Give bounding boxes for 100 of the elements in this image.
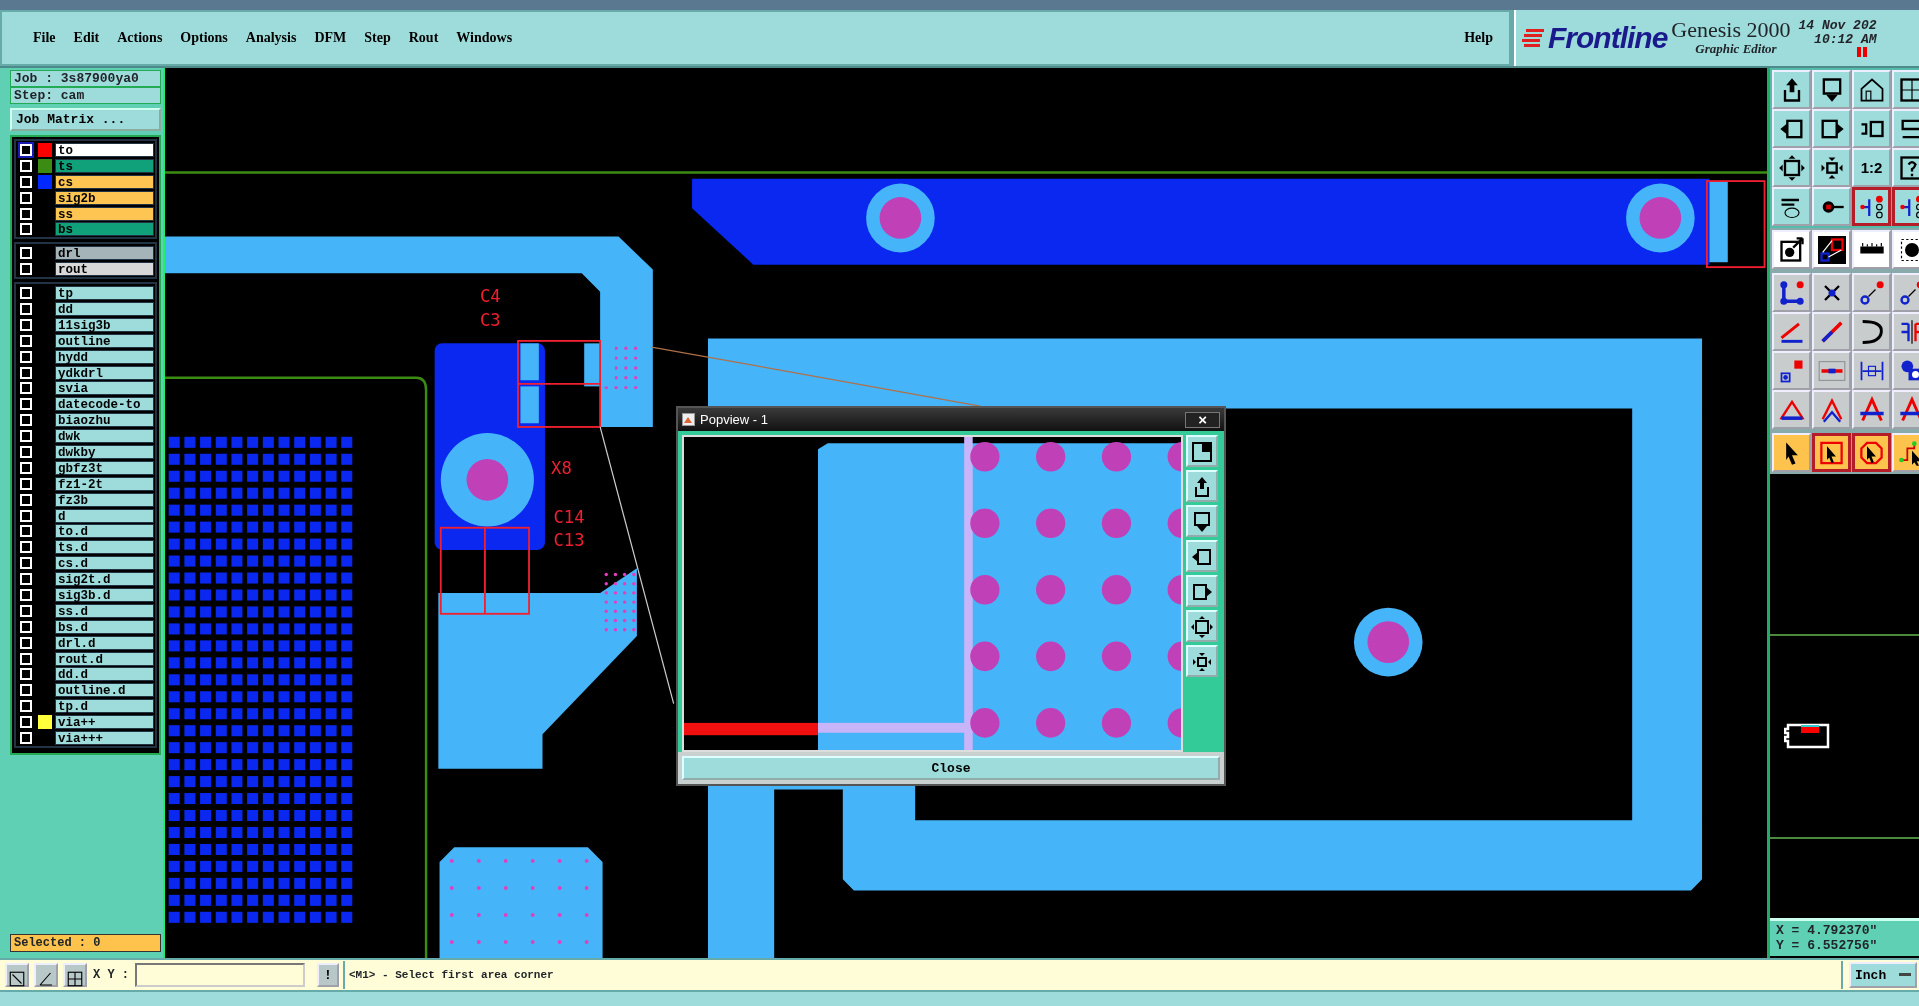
- layer-checkbox[interactable]: [20, 652, 32, 665]
- apply-button[interactable]: !: [317, 963, 339, 987]
- layer-checkbox[interactable]: [20, 207, 32, 220]
- layer-name[interactable]: ydkdrl: [55, 365, 154, 380]
- layer-checkbox[interactable]: [20, 716, 32, 729]
- job-matrix-button[interactable]: Job Matrix ...: [10, 108, 161, 131]
- layer-name[interactable]: via++: [55, 715, 154, 730]
- layer-name[interactable]: bs: [55, 222, 154, 237]
- layer-checkbox[interactable]: [20, 604, 32, 617]
- layer-name[interactable]: dd: [55, 301, 154, 316]
- layer-name[interactable]: outline.d: [55, 683, 154, 698]
- layer-name[interactable]: datecode-to: [55, 397, 154, 412]
- menu-item[interactable]: Windows: [447, 28, 522, 48]
- layer-checkbox[interactable]: [20, 493, 32, 506]
- menu-item[interactable]: File: [24, 28, 65, 48]
- layer-name[interactable]: cs: [55, 174, 154, 189]
- layer-name[interactable]: fz1-2t: [55, 476, 154, 491]
- popview-tool-button[interactable]: [1186, 645, 1218, 677]
- menu-item[interactable]: Actions: [108, 28, 172, 48]
- toolbar-button[interactable]: 1:2: [1852, 148, 1891, 187]
- layer-checkbox[interactable]: [20, 430, 32, 443]
- popview-tool-button[interactable]: [1186, 470, 1218, 502]
- layer-checkbox[interactable]: [20, 636, 32, 649]
- toolbar-button[interactable]: [1852, 433, 1891, 472]
- layer-name[interactable]: ts: [55, 158, 154, 173]
- layer-name[interactable]: rout: [55, 262, 154, 277]
- layer-checkbox[interactable]: [20, 445, 32, 458]
- layer-name[interactable]: cs.d: [55, 556, 154, 571]
- menu-item[interactable]: Analysis: [236, 28, 306, 48]
- popview-tool-button[interactable]: [1186, 540, 1218, 572]
- layer-name[interactable]: sig2t.d: [55, 572, 154, 587]
- popview-tool-button[interactable]: [1186, 505, 1218, 537]
- tool-button[interactable]: [5, 963, 29, 987]
- layer-checkbox[interactable]: [20, 557, 32, 570]
- toolbar-button[interactable]: [1812, 433, 1851, 472]
- layer-checkbox[interactable]: [20, 461, 32, 474]
- layer-checkbox[interactable]: [20, 620, 32, 633]
- layer-checkbox[interactable]: [20, 398, 32, 411]
- layer-name[interactable]: outline: [55, 333, 154, 348]
- layer-checkbox[interactable]: [20, 159, 32, 172]
- toolbar-button[interactable]: [1852, 187, 1891, 226]
- tool-button[interactable]: [34, 963, 58, 987]
- layer-name[interactable]: rout.d: [55, 651, 154, 666]
- layer-name[interactable]: ss.d: [55, 603, 154, 618]
- xy-input-field[interactable]: [135, 963, 305, 987]
- layer-checkbox[interactable]: [20, 191, 32, 204]
- layer-checkbox[interactable]: [20, 334, 32, 347]
- layer-name[interactable]: dd.d: [55, 667, 154, 682]
- layer-name[interactable]: tp: [55, 286, 154, 301]
- layer-name[interactable]: dwk: [55, 429, 154, 444]
- layer-checkbox[interactable]: [20, 509, 32, 522]
- layer-name[interactable]: bs.d: [55, 619, 154, 634]
- layer-checkbox[interactable]: [20, 143, 32, 156]
- menu-item[interactable]: DFM: [305, 28, 356, 48]
- layer-checkbox[interactable]: [20, 350, 32, 363]
- layer-checkbox[interactable]: [20, 175, 32, 188]
- menu-item[interactable]: Options: [171, 28, 237, 48]
- layer-checkbox[interactable]: [20, 247, 32, 260]
- layer-name[interactable]: hydd: [55, 349, 154, 364]
- menu-item[interactable]: Step: [355, 28, 400, 48]
- layer-checkbox[interactable]: [20, 477, 32, 490]
- tool-button[interactable]: [63, 963, 87, 987]
- layer-name[interactable]: biaozhu: [55, 413, 154, 428]
- close-button[interactable]: ×: [1185, 411, 1220, 428]
- layer-checkbox[interactable]: [20, 302, 32, 315]
- layer-checkbox[interactable]: [20, 573, 32, 586]
- close-button[interactable]: Close: [682, 756, 1220, 780]
- layer-name[interactable]: via+++: [55, 731, 154, 745]
- layer-name[interactable]: ts.d: [55, 540, 154, 555]
- layer-name[interactable]: 11sig3b: [55, 317, 154, 332]
- layer-name[interactable]: d: [55, 508, 154, 523]
- layer-name[interactable]: tp.d: [55, 699, 154, 714]
- layer-checkbox[interactable]: [20, 414, 32, 427]
- layer-name[interactable]: svia: [55, 381, 154, 396]
- menu-item[interactable]: Rout: [399, 28, 448, 48]
- menu-item[interactable]: Edit: [64, 28, 109, 48]
- layer-checkbox[interactable]: [20, 263, 32, 276]
- layer-name[interactable]: sig2b: [55, 190, 154, 205]
- layer-checkbox[interactable]: [20, 684, 32, 697]
- layer-name[interactable]: ss: [55, 206, 154, 221]
- popview-tool-button[interactable]: [1186, 610, 1218, 642]
- layer-name[interactable]: drl: [55, 246, 154, 261]
- layer-checkbox[interactable]: [20, 287, 32, 300]
- help-menu[interactable]: Help: [1448, 12, 1512, 64]
- graphic-canvas[interactable]: C4 C3 X8 C14 C13 Popview - 1 × Close: [165, 68, 1767, 958]
- layer-checkbox[interactable]: [20, 668, 32, 681]
- layer-name[interactable]: sig3b.d: [55, 588, 154, 602]
- layer-checkbox[interactable]: [20, 525, 32, 538]
- layer-checkbox[interactable]: [20, 223, 32, 236]
- layer-name[interactable]: to.d: [55, 524, 154, 539]
- layer-name[interactable]: dwkby: [55, 444, 154, 459]
- layer-checkbox[interactable]: [20, 382, 32, 395]
- popview-tool-button[interactable]: [1186, 575, 1218, 607]
- layer-checkbox[interactable]: [20, 700, 32, 713]
- popview-tool-button[interactable]: [1186, 435, 1218, 467]
- layer-name[interactable]: drl.d: [55, 635, 154, 650]
- layer-name[interactable]: to: [55, 142, 154, 157]
- units-dropdown[interactable]: Inch: [1849, 962, 1917, 988]
- layer-checkbox[interactable]: [20, 541, 32, 554]
- layer-name[interactable]: gbfz3t: [55, 460, 154, 475]
